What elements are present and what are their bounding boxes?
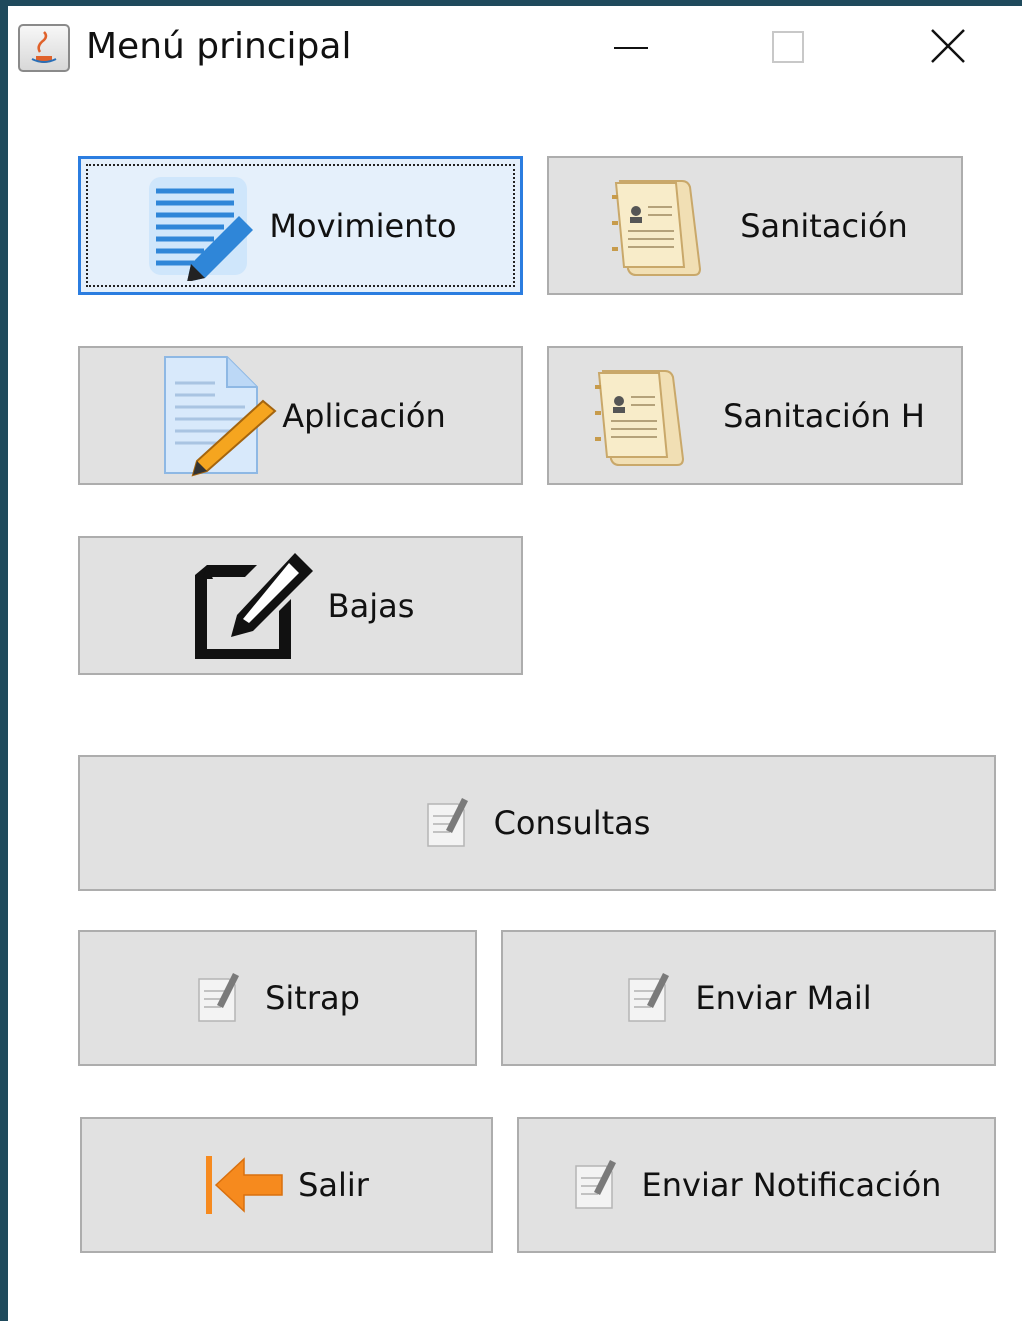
note-pencil-icon bbox=[574, 1160, 616, 1209]
salir-button[interactable]: Salir bbox=[80, 1117, 493, 1253]
bajas-label: Bajas bbox=[327, 586, 415, 625]
document-pencil-icon bbox=[164, 356, 277, 477]
edit-square-icon bbox=[194, 552, 313, 659]
sitrap-label: Sitrap bbox=[265, 979, 360, 1017]
contact-directory-icon bbox=[612, 179, 702, 276]
sanitacion-button[interactable]: Sanitación bbox=[547, 156, 963, 295]
title-bar[interactable]: Menú principal bbox=[8, 6, 1022, 90]
note-pencil-icon bbox=[198, 973, 240, 1022]
salir-label: Salir bbox=[298, 1166, 369, 1204]
minimize-icon bbox=[614, 47, 648, 49]
consultas-label: Consultas bbox=[493, 804, 651, 842]
movimiento-label: Movimiento bbox=[269, 206, 457, 245]
maximize-button[interactable] bbox=[748, 16, 828, 80]
enviar-mail-label: Enviar Mail bbox=[695, 979, 872, 1017]
contact-directory-icon bbox=[595, 369, 685, 466]
arrow-left-exit-icon bbox=[206, 1156, 283, 1214]
movimiento-button[interactable]: Movimiento bbox=[78, 156, 523, 295]
sanitacion-h-label: Sanitación H bbox=[723, 396, 925, 435]
bajas-button[interactable]: Bajas bbox=[78, 536, 523, 675]
aplicacion-button[interactable]: Aplicación bbox=[78, 346, 523, 485]
maximize-icon bbox=[772, 31, 804, 63]
enviar-mail-button[interactable]: Enviar Mail bbox=[501, 930, 996, 1066]
aplicacion-label: Aplicación bbox=[282, 396, 446, 435]
close-button[interactable] bbox=[908, 16, 988, 80]
enviar-notificacion-label: Enviar Notificación bbox=[641, 1166, 942, 1204]
minimize-button[interactable] bbox=[590, 16, 670, 80]
sanitacion-h-button[interactable]: Sanitación H bbox=[547, 346, 963, 485]
window-title: Menú principal bbox=[86, 26, 352, 67]
sitrap-button[interactable]: Sitrap bbox=[78, 930, 477, 1066]
edit-list-pencil-icon bbox=[149, 176, 254, 281]
note-pencil-icon bbox=[426, 798, 468, 847]
enviar-notificacion-button[interactable]: Enviar Notificación bbox=[517, 1117, 996, 1253]
main-menu-window: Menú principal Movimiento Sanitación Apl… bbox=[8, 6, 1022, 1321]
java-app-icon[interactable] bbox=[18, 24, 70, 72]
consultas-button[interactable]: Consultas bbox=[78, 755, 996, 891]
close-icon bbox=[931, 29, 965, 63]
note-pencil-icon bbox=[628, 973, 670, 1022]
sanitacion-label: Sanitación bbox=[740, 206, 908, 245]
